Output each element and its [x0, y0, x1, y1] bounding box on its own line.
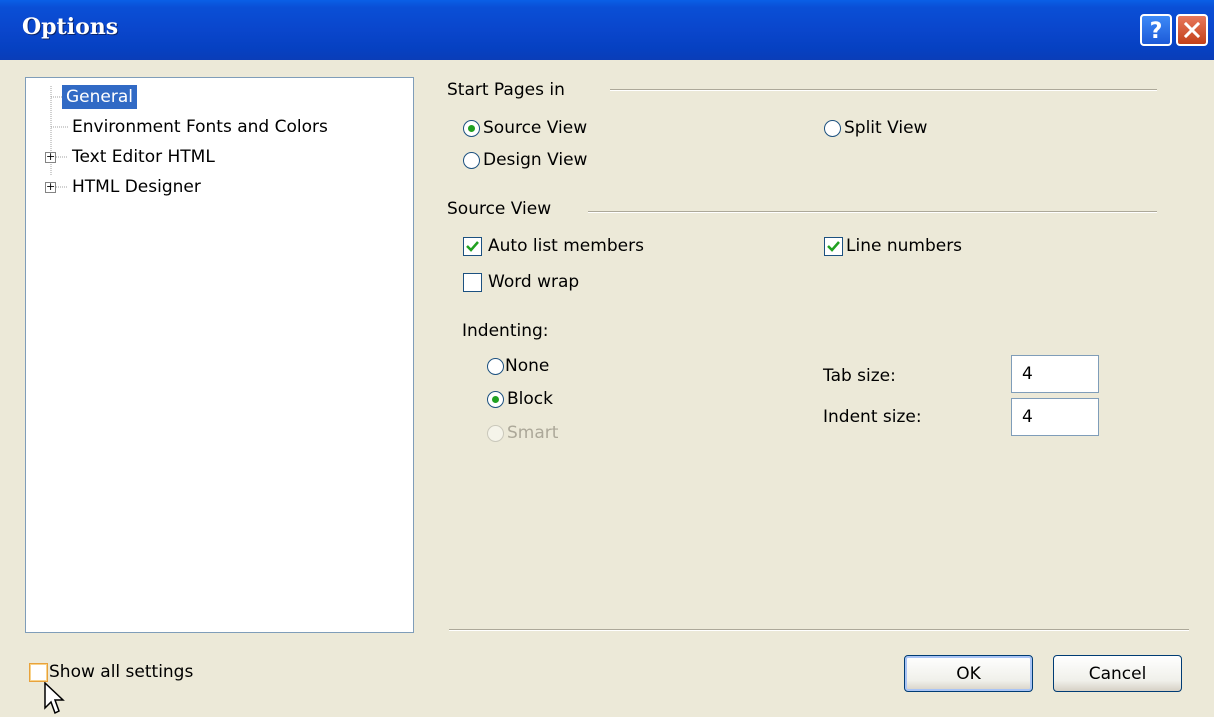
checkbox-show-all-settings[interactable]: Show all settings [29, 662, 193, 682]
group-divider [588, 211, 1157, 213]
svg-text:?: ? [1150, 19, 1163, 41]
tree-item-label: Text Editor HTML [72, 147, 215, 167]
checkbox-unchecked-icon [463, 272, 482, 292]
source-view-header: Source View [447, 199, 552, 219]
checkmark-icon [463, 236, 482, 256]
radio-unchecked-icon [824, 119, 841, 137]
tree-item-html-designer[interactable]: HTML Designer [68, 174, 205, 200]
close-icon [1183, 21, 1201, 39]
radio-disabled-icon [487, 424, 504, 442]
checkbox-line-numbers[interactable]: Line numbers [824, 236, 962, 256]
tab-size-label: Tab size: [823, 366, 896, 386]
radio-split-view[interactable]: Split View [824, 118, 927, 138]
checkbox-auto-list-members[interactable]: Auto list members [463, 236, 644, 256]
tree-item-label: HTML Designer [72, 177, 201, 197]
tree-item-text-editor-html[interactable]: Text Editor HTML [68, 144, 219, 170]
tab-size-input[interactable] [1011, 355, 1099, 393]
tree-item-general[interactable]: General [62, 84, 137, 110]
help-button[interactable]: ? [1140, 14, 1172, 46]
checkbox-word-wrap[interactable]: Word wrap [463, 272, 579, 292]
tree-item-label: General [62, 85, 137, 109]
radio-label: Source View [483, 118, 588, 138]
radio-label: Design View [483, 150, 588, 170]
radio-indent-block[interactable]: Block [487, 389, 553, 409]
radio-label: Smart [507, 423, 559, 443]
close-button[interactable] [1176, 14, 1208, 46]
radio-indent-smart: Smart [487, 423, 558, 443]
indent-size-input[interactable] [1011, 398, 1099, 436]
window-title: Options [22, 14, 119, 40]
bottom-divider [449, 629, 1189, 631]
cancel-button[interactable]: Cancel [1053, 655, 1182, 692]
tree-item-label: Environment Fonts and Colors [72, 117, 328, 137]
expand-plus-icon[interactable]: + [45, 181, 56, 193]
checkbox-label: Word wrap [488, 272, 580, 292]
expand-plus-icon[interactable]: + [45, 151, 56, 163]
group-divider [610, 89, 1157, 91]
radio-label: None [505, 356, 550, 376]
radio-label: Split View [844, 118, 928, 138]
ok-button[interactable]: OK [904, 655, 1033, 692]
options-dialog: Options ? General Environment Fonts and … [0, 0, 1214, 717]
radio-checked-icon [463, 119, 480, 137]
radio-unchecked-icon [463, 151, 480, 169]
start-pages-header: Start Pages in [447, 80, 565, 100]
radio-unchecked-icon [487, 357, 504, 375]
radio-indent-none[interactable]: None [487, 356, 549, 376]
indenting-label: Indenting: [462, 321, 549, 341]
options-tree[interactable]: General Environment Fonts and Colors + T… [25, 77, 414, 633]
help-icon: ? [1150, 19, 1163, 41]
checkbox-unchecked-icon [29, 662, 48, 682]
mouse-cursor-icon [44, 682, 65, 715]
radio-checked-icon [487, 390, 504, 408]
indent-size-label: Indent size: [823, 407, 922, 427]
checkbox-label: Line numbers [846, 236, 963, 256]
radio-design-view[interactable]: Design View [463, 150, 587, 170]
radio-source-view[interactable]: Source View [463, 118, 587, 138]
radio-label: Block [507, 389, 553, 409]
tree-item-environment-fonts-and-colors[interactable]: Environment Fonts and Colors [68, 114, 332, 140]
checkmark-icon [824, 236, 843, 256]
title-bar[interactable]: Options ? [0, 0, 1214, 60]
checkbox-label: Show all settings [49, 662, 194, 682]
checkbox-label: Auto list members [488, 236, 644, 256]
